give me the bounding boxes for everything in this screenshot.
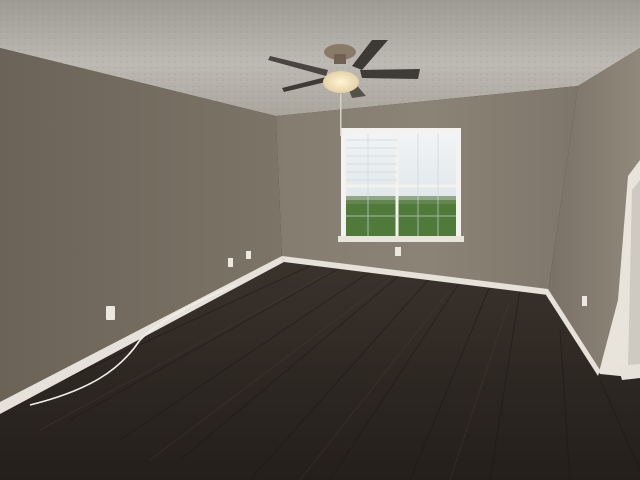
window <box>338 128 464 242</box>
room-photo <box>0 0 640 480</box>
